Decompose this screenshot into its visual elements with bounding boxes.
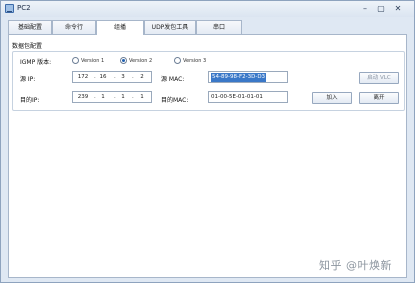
tab-serial[interactable]: 串口 <box>196 20 242 34</box>
pc2-window: PC2 – ▢ ✕ 基础配置 命令行 组播 UDP发包工具 串口 数据包配置 I… <box>0 0 415 283</box>
tab-command-line[interactable]: 命令行 <box>52 20 96 34</box>
dest-ip-label: 目的IP: <box>20 97 40 104</box>
source-ip-octet-4: 2 <box>140 74 144 80</box>
igmp-version-label: IGMP 版本: <box>20 59 52 66</box>
dest-ip-octet-2: 1 <box>101 94 105 100</box>
close-button[interactable]: ✕ <box>392 3 404 14</box>
dest-mac-input[interactable]: 01-00-5E-01-01-01 <box>208 91 288 103</box>
zhihu-watermark: 知乎 @叶焕新 <box>319 259 392 272</box>
source-ip-input[interactable]: 172 . 16 . 3 . 2 <box>72 71 152 83</box>
window-title: PC2 <box>17 4 31 12</box>
igmp-v1-radio[interactable] <box>72 57 79 64</box>
source-ip-octet-3: 3 <box>121 74 125 80</box>
title-bar: PC2 – ▢ ✕ <box>1 1 414 17</box>
dest-ip-octet-1: 239 <box>77 94 89 100</box>
source-mac-input[interactable]: 54-89-98-F2-3D-D3 <box>208 71 288 83</box>
igmp-v1-label: Version 1 <box>81 58 105 64</box>
dest-mac-label: 目的MAC: <box>161 97 189 104</box>
source-mac-label: 源 MAC: <box>161 76 185 83</box>
source-ip-label: 源 IP: <box>20 76 36 83</box>
group-title: 数据包配置 <box>12 43 43 50</box>
source-mac-value: 54-89-98-F2-3D-D3 <box>211 73 267 82</box>
igmp-v3-label: Version 3 <box>183 58 207 64</box>
dest-ip-octet-3: 1 <box>121 94 125 100</box>
tab-udp-tool[interactable]: UDP发包工具 <box>144 20 196 34</box>
igmp-v3-radio[interactable] <box>174 57 181 64</box>
tab-basic-config[interactable]: 基础配置 <box>8 20 52 34</box>
start-vlc-button[interactable]: 启动 VLC <box>359 72 399 84</box>
source-ip-octet-2: 16 <box>99 74 107 80</box>
igmp-v2-label: Version 2 <box>129 58 153 64</box>
join-button[interactable]: 加入 <box>312 92 352 104</box>
leave-button[interactable]: 离开 <box>359 92 399 104</box>
igmp-v2-radio[interactable] <box>120 57 127 64</box>
dest-ip-octet-4: 1 <box>140 94 144 100</box>
minimize-button[interactable]: – <box>359 3 371 14</box>
source-ip-octet-1: 172 <box>77 74 89 80</box>
maximize-button[interactable]: ▢ <box>375 3 387 14</box>
tab-multicast[interactable]: 组播 <box>96 20 144 35</box>
dest-ip-input[interactable]: 239 . 1 . 1 . 1 <box>72 91 152 103</box>
pc-icon <box>5 4 14 13</box>
